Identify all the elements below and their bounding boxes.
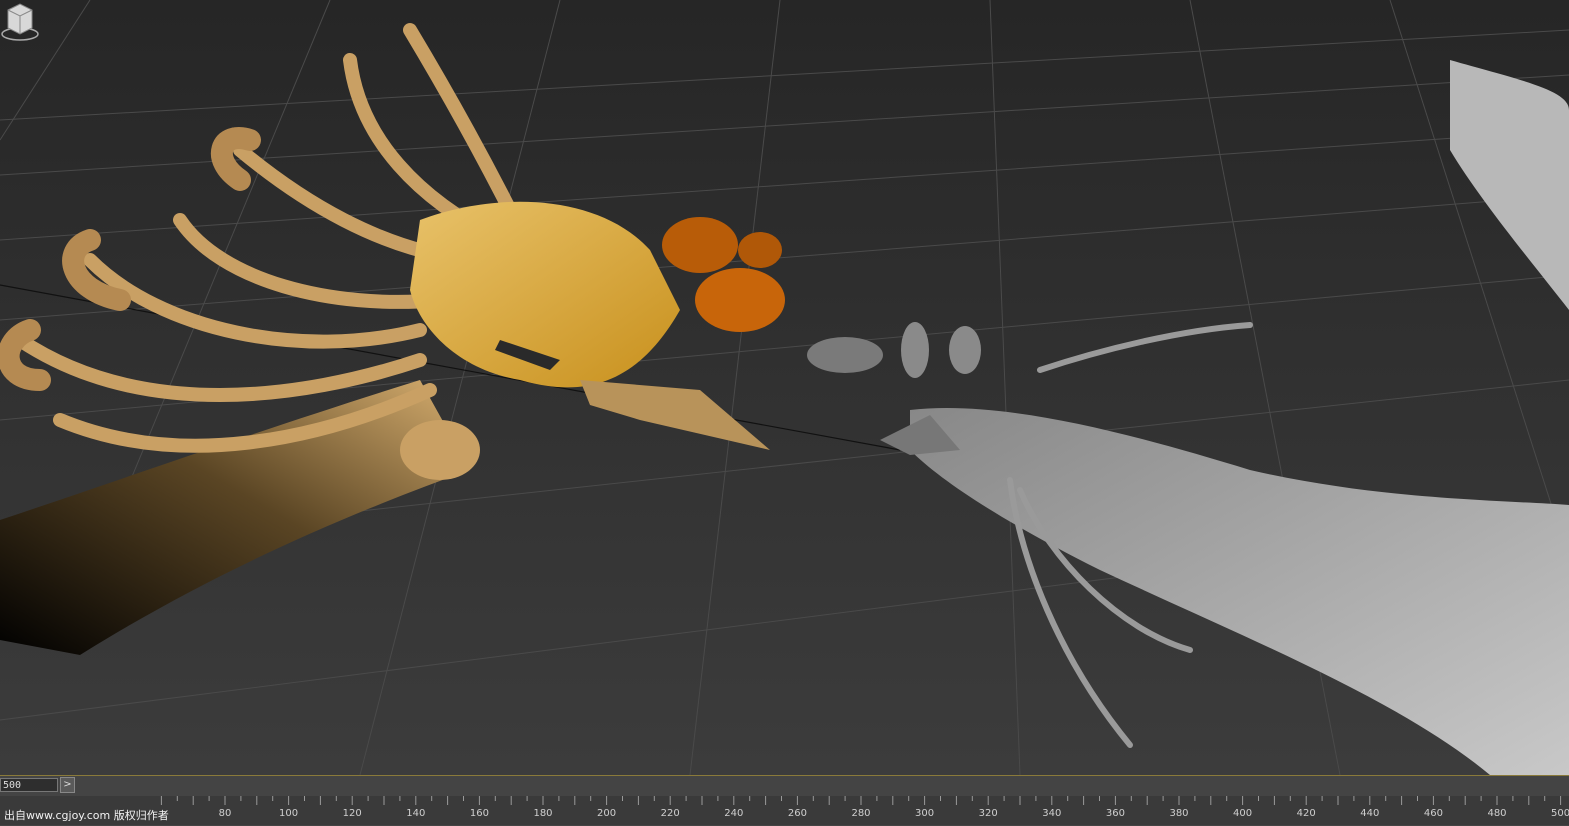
- ruler-tick-label: 460: [1423, 808, 1443, 819]
- next-frame-button[interactable]: >: [60, 777, 75, 793]
- ruler-tick-label: 100: [279, 808, 299, 819]
- perspective-viewport[interactable]: [0, 0, 1569, 775]
- ruler-tick-label: 420: [1296, 808, 1316, 819]
- ruler-tick-label: 500: [1551, 808, 1569, 819]
- ruler-tick-label: 160: [469, 808, 489, 819]
- ruler-tick-label: 400: [1233, 808, 1253, 819]
- ruler-tick-label: 200: [597, 808, 617, 819]
- frame-field[interactable]: 500: [0, 778, 58, 792]
- phoenix-model-untextured[interactable]: [0, 0, 1569, 775]
- ruler-ticks: [160, 796, 1562, 805]
- ruler-tick-label: 340: [1042, 808, 1062, 819]
- ruler-tick-label: 240: [724, 808, 744, 819]
- ruler-tick-label: 80: [218, 808, 232, 819]
- ruler-tick-label: 380: [1169, 808, 1189, 819]
- ruler-tick-label: 140: [406, 808, 426, 819]
- ruler-tick-label: 220: [660, 808, 680, 819]
- ruler-tick-label: 260: [787, 808, 807, 819]
- watermark-text: 出自www.cgjoy.com 版权归作者: [4, 809, 169, 822]
- ruler-tick-label: 480: [1487, 808, 1507, 819]
- ruler-tick-label: 180: [533, 808, 553, 819]
- track-bar-ruler[interactable]: 80 100 120 140 160 180 200 220 240 260 280 300 320 34…: [0, 796, 1569, 825]
- ruler-tick-label: 120: [342, 808, 362, 819]
- ruler-tick-label: 280: [851, 808, 871, 819]
- ruler-tick-label: 320: [978, 808, 998, 819]
- ruler-tick-label: 300: [915, 808, 935, 819]
- viewcube-icon[interactable]: [0, 0, 40, 44]
- ruler-tick-label: 360: [1105, 808, 1125, 819]
- ruler-tick-label: 440: [1360, 808, 1380, 819]
